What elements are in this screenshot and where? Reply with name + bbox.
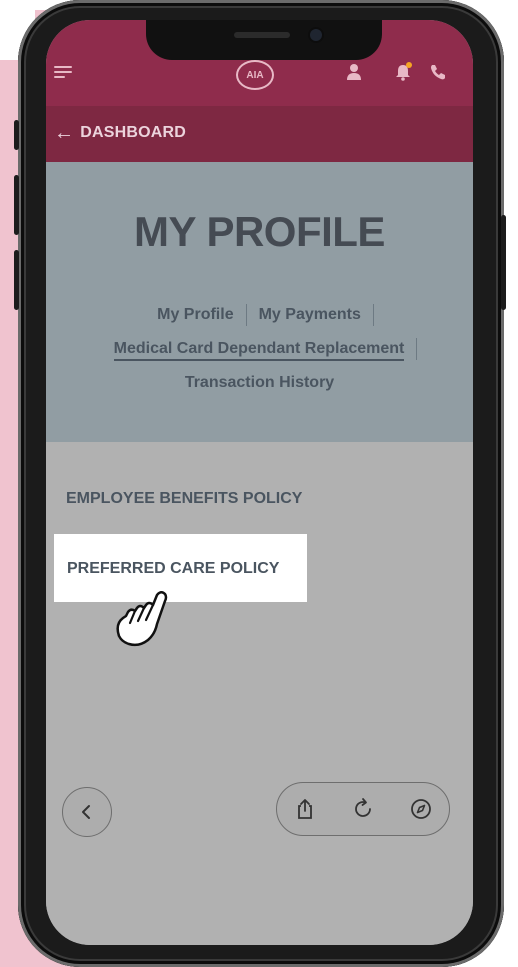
volume-down-button (14, 250, 19, 310)
back-label: DASHBOARD (80, 124, 187, 141)
pointer-hand-icon (116, 591, 168, 647)
aia-logo: AIA (236, 60, 274, 90)
front-camera (310, 29, 322, 41)
navigation-bar: ← DASHBOARD (46, 106, 473, 162)
profile-icon[interactable] (344, 62, 364, 82)
profile-hero: MY PROFILE My Profile My Payments Medical… (46, 162, 473, 442)
phone-notch (146, 20, 382, 60)
compass-icon[interactable] (409, 797, 433, 821)
tab-medical-card-dependant-replacement[interactable]: Medical Card Dependant Replacement (113, 340, 405, 362)
mute-switch (14, 120, 19, 150)
back-to-dashboard-link[interactable]: ← DASHBOARD (54, 122, 187, 144)
phone-screen: AIA ← DASHBOARD MY PROFILE My Profile My … (46, 20, 473, 945)
power-button (501, 215, 506, 310)
notification-dot (406, 62, 412, 68)
page-title: MY PROFILE (134, 208, 385, 255)
tab-separator (416, 338, 418, 360)
app-header: AIA (46, 20, 473, 106)
phone-icon[interactable] (428, 62, 448, 82)
tab-transaction-history[interactable]: Transaction History (173, 374, 346, 392)
volume-up-button (14, 175, 19, 235)
profile-tabs-row-1: My Profile My Payments (46, 304, 473, 326)
tab-my-payments[interactable]: My Payments (247, 306, 373, 324)
policy-list: EMPLOYEE BENEFITS POLICY PREFERRED CARE … (46, 442, 473, 945)
policy-item-preferred-care[interactable]: PREFERRED CARE POLICY (54, 534, 307, 602)
menu-icon[interactable] (54, 66, 72, 78)
speaker-grille (234, 32, 290, 38)
profile-tabs-row-2: Medical Card Dependant Replacement (46, 338, 473, 362)
reload-icon[interactable] (351, 797, 375, 821)
chevron-left-icon (82, 805, 90, 819)
notification-bell-icon[interactable] (393, 62, 413, 82)
browser-back-button[interactable] (62, 787, 112, 837)
policy-item-label: PREFERRED CARE POLICY (67, 560, 280, 577)
policy-item-employee-benefits[interactable]: EMPLOYEE BENEFITS POLICY (66, 490, 302, 508)
tab-my-profile[interactable]: My Profile (145, 306, 245, 324)
profile-tabs-row-3: Transaction History (46, 374, 473, 392)
tab-separator (372, 304, 374, 326)
share-icon[interactable] (293, 797, 317, 821)
back-arrow-icon: ← (54, 122, 75, 144)
browser-actions (276, 782, 450, 836)
